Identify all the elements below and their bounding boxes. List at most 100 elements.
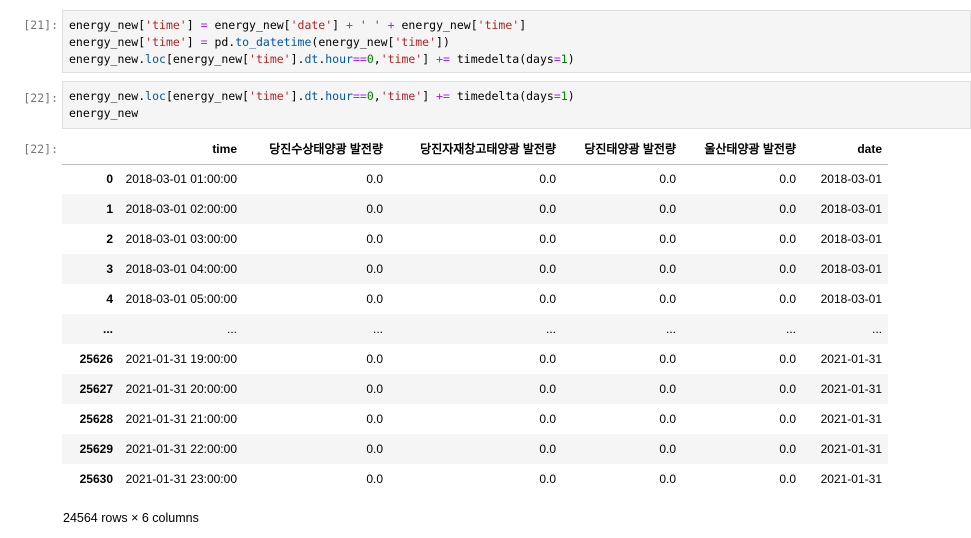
- table-row: 2 2018-03-01 03:00:00 0.0 0.0 0.0 0.0 2018-03-…: [62, 224, 888, 254]
- table-cell: 0.0: [539, 352, 556, 366]
- table-cell: 0.0: [366, 262, 383, 276]
- column-header: 당진태양광 발전량: [562, 134, 682, 165]
- table-cell: 2021-01-31: [820, 352, 882, 366]
- row-index: 3: [106, 262, 113, 276]
- table-cell: 2021-01-31 22:00:00: [125, 442, 237, 456]
- code-editor[interactable]: energy_new.loc[energy_new['time'].dt.hou…: [62, 81, 971, 129]
- code-token: loc: [145, 52, 166, 66]
- table-cell: 0.0: [659, 172, 676, 187]
- code-token: ]: [422, 89, 437, 103]
- table-cell: 0.0: [366, 202, 383, 216]
- code-token: ' ': [359, 18, 381, 32]
- table-cell: 2021-01-31 23:00:00: [125, 472, 237, 486]
- table-cell: ...: [545, 322, 556, 336]
- code-token: energy_new[: [69, 35, 146, 49]
- code-token: loc: [145, 89, 166, 103]
- table-cell: 2018-03-01 05:00:00: [125, 292, 237, 306]
- table-cell: 0.0: [539, 172, 556, 187]
- code-token: hour: [325, 89, 353, 103]
- row-index: 2: [106, 232, 113, 246]
- code-token: 0: [366, 89, 374, 103]
- table-cell: 0.0: [366, 232, 383, 246]
- table-cell: ...: [785, 322, 796, 336]
- code-token: energy_new[: [394, 18, 478, 32]
- table-cell: 0.0: [366, 352, 383, 366]
- code-editor[interactable]: energy_new['time'] = energy_new['date'] …: [62, 10, 971, 73]
- table-cell: 0.0: [779, 352, 796, 366]
- code-token: 1: [560, 52, 568, 66]
- table-cell: ...: [665, 322, 676, 336]
- table-cell: 0.0: [366, 382, 383, 396]
- table-cell: 0.0: [779, 382, 796, 396]
- table-cell: 0.0: [366, 442, 383, 456]
- row-index: 0: [106, 172, 113, 187]
- table-cell: 0.0: [779, 232, 796, 246]
- code-token: 'time': [380, 89, 423, 103]
- table-cell: 2021-01-31: [820, 472, 882, 486]
- code-line: energy_new['time'] = pd.to_datetime(ener…: [69, 34, 964, 51]
- table-cell: 0.0: [779, 412, 796, 426]
- code-token: hour: [325, 52, 353, 66]
- table-cell: 0.0: [539, 472, 556, 486]
- table-cell: 0.0: [659, 292, 676, 306]
- row-index: 25626: [79, 352, 113, 366]
- code-token: =: [553, 52, 561, 66]
- code-token: +=: [436, 89, 450, 103]
- table-cell: 0.0: [659, 202, 676, 216]
- index-header: [62, 134, 119, 165]
- code-token: dt: [304, 52, 319, 66]
- table-cell: 0.0: [659, 472, 676, 486]
- code-token: 1: [560, 89, 568, 103]
- code-token: 'time': [394, 35, 437, 49]
- table-cell: 0.0: [779, 472, 796, 486]
- output-prompt: [22]:: [23, 142, 58, 156]
- code-token: energy_new[: [69, 18, 146, 32]
- code-token: 'time': [477, 18, 520, 32]
- code-token: ): [567, 52, 575, 66]
- table-cell: 2018-03-01: [820, 292, 882, 306]
- code-token: timedelta(days: [449, 52, 554, 66]
- table-cell: 0.0: [539, 292, 556, 306]
- table-row: .....................: [62, 314, 888, 344]
- code-token: 'time': [380, 52, 423, 66]
- code-token: ==: [352, 89, 367, 103]
- table-row: 0 2018-03-01 01:00:00 0.0 0.0 0.0 0.0 2018-03-…: [62, 164, 888, 194]
- code-token: ): [567, 89, 575, 103]
- table-cell: 2018-03-01 03:00:00: [125, 232, 237, 246]
- code-token: [energy_new[: [165, 52, 250, 66]
- code-token: ].: [290, 52, 305, 66]
- table-cell: 2018-03-01: [820, 172, 882, 187]
- table-header-row: time 당진수상태양광 발전량 당진자재창고태양광 발전량 당진태양광 발전량 울산태…: [62, 134, 888, 165]
- code-token: energy_new: [69, 106, 139, 120]
- column-header: 울산태양광 발전량: [682, 134, 802, 165]
- code-token: timedelta(days: [449, 89, 554, 103]
- column-header: date: [802, 134, 888, 165]
- code-token: [energy_new[: [165, 89, 250, 103]
- table-cell: 0.0: [366, 172, 383, 187]
- table-cell: 0.0: [366, 412, 383, 426]
- table-cell: 2018-03-01: [820, 262, 882, 276]
- cell-prompt: [22]:: [23, 91, 58, 105]
- table-cell: 2021-01-31 19:00:00: [125, 352, 237, 366]
- table-cell: 0.0: [366, 292, 383, 306]
- table-cell: 0.0: [539, 442, 556, 456]
- code-token: ==: [352, 52, 367, 66]
- code-token: ]: [332, 18, 347, 32]
- code-token: 'time': [145, 18, 187, 32]
- table-cell: 0.0: [779, 442, 796, 456]
- table-cell: 0.0: [659, 352, 676, 366]
- table-cell: 0.0: [659, 262, 676, 276]
- code-token: energy_new.: [69, 89, 146, 103]
- table-cell: 0.0: [659, 382, 676, 396]
- table-cell: 2021-01-31 21:00:00: [125, 412, 237, 426]
- code-token: 'time': [249, 89, 291, 103]
- code-line: energy_new.loc[energy_new['time'].dt.hou…: [69, 88, 964, 105]
- code-token: ]: [186, 35, 201, 49]
- table-cell: 2018-03-01 04:00:00: [125, 262, 237, 276]
- row-index: ...: [102, 322, 113, 336]
- code-token: =: [200, 18, 208, 32]
- table-cell: 2021-01-31 20:00:00: [125, 382, 237, 396]
- code-token: +=: [436, 52, 450, 66]
- table-cell: 0.0: [539, 202, 556, 216]
